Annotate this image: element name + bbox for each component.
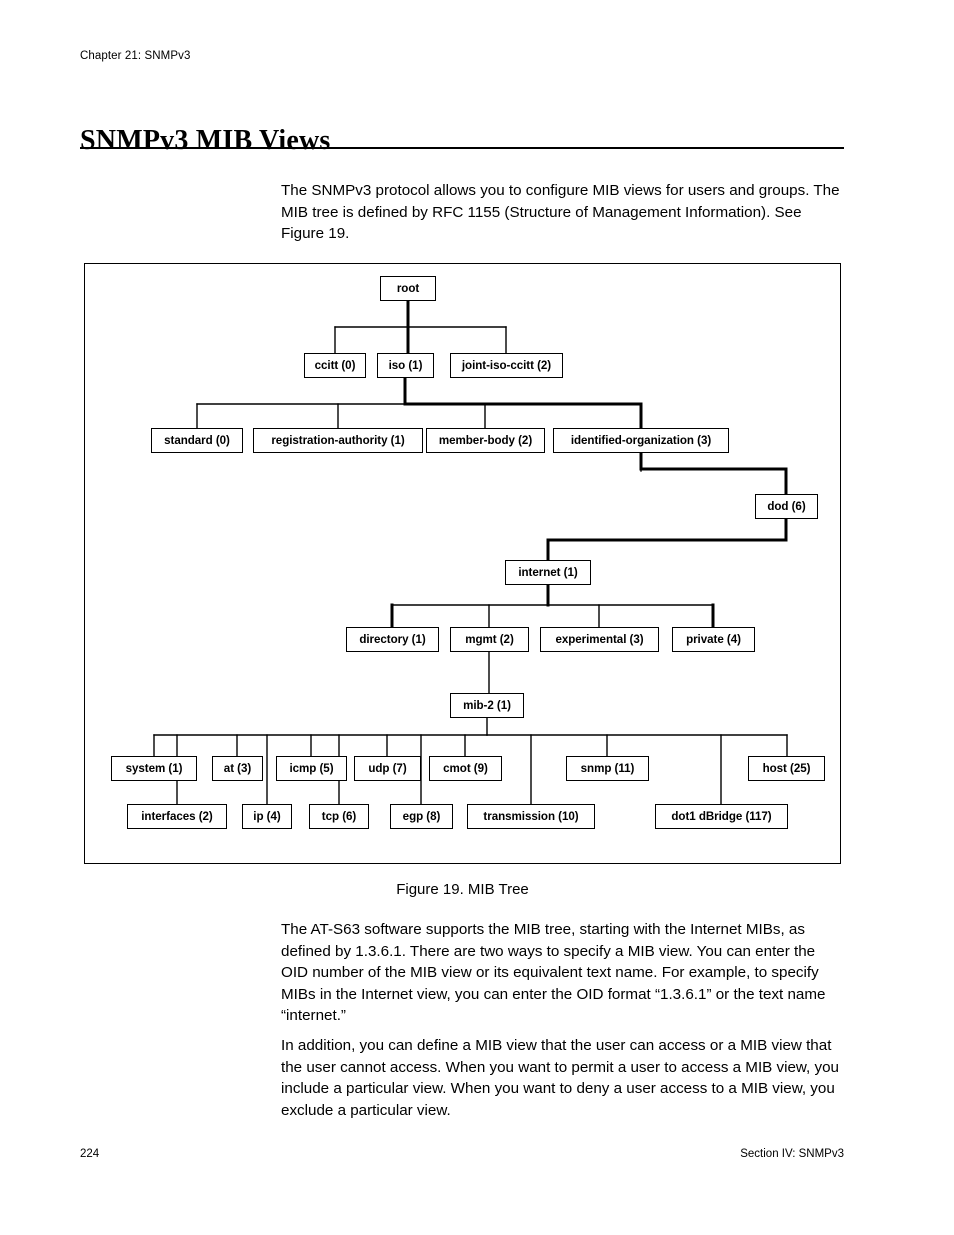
mib-node-at: at (3) — [212, 756, 263, 781]
title-rule — [80, 147, 844, 149]
paragraph-two-block: The AT-S63 software supports the MIB tre… — [281, 919, 843, 1027]
mib-node-registration: registration-authority (1) — [253, 428, 423, 453]
mib-node-label: tcp (6) — [321, 809, 357, 823]
paragraph-two: The AT-S63 software supports the MIB tre… — [281, 921, 826, 1024]
mib-node-udp: udp (7) — [354, 756, 421, 781]
mib-node-icmp: icmp (5) — [276, 756, 347, 781]
mib-node-iso: iso (1) — [377, 353, 434, 378]
mib-node-egp: egp (8) — [390, 804, 453, 829]
intro-paragraph-block: The SNMPv3 protocol allows you to config… — [281, 180, 843, 245]
mib-node-dot1dbridge: dot1 dBridge (117) — [655, 804, 788, 829]
footer-section-label: Section IV: SNMPv3 — [740, 1148, 844, 1160]
mib-node-private: private (4) — [672, 627, 755, 652]
mib-node-label: cmot (9) — [443, 761, 488, 775]
mib-node-label: dod (6) — [767, 499, 806, 513]
mib-node-experimental: experimental (3) — [540, 627, 659, 652]
paragraph-three: In addition, you can define a MIB view t… — [281, 1037, 839, 1119]
mib-node-standard: standard (0) — [151, 428, 243, 453]
mib-node-label: registration-authority (1) — [271, 433, 405, 447]
mib-node-label: system (1) — [125, 761, 183, 775]
intro-paragraph: The SNMPv3 protocol allows you to config… — [281, 182, 840, 242]
mib-node-memberbody: member-body (2) — [426, 428, 545, 453]
mib-node-label: at (3) — [223, 761, 252, 775]
mib-node-label: internet (1) — [518, 565, 578, 579]
mib-node-directory: directory (1) — [346, 627, 439, 652]
mib-node-identifiedorg: identified-organization (3) — [553, 428, 729, 453]
mib-node-dod: dod (6) — [755, 494, 818, 519]
running-head: Chapter 21: SNMPv3 — [80, 50, 191, 62]
mib-node-cmot: cmot (9) — [429, 756, 502, 781]
figure-caption: Figure 19. MIB Tree — [396, 881, 529, 898]
mib-tree-diagram: root ccitt (0) iso (1) joint-iso-ccitt (2) s… — [85, 264, 840, 863]
mib-node-label: mib-2 (1) — [463, 698, 511, 712]
mib-node-label: ccitt (0) — [314, 358, 356, 372]
document-page: Chapter 21: SNMPv3 SNMPv3 MIB Views The … — [0, 0, 954, 1235]
mib-node-label: joint-iso-ccitt (2) — [461, 358, 552, 372]
mib-node-label: ip (4) — [253, 809, 281, 823]
mib-node-label: experimental (3) — [555, 632, 644, 646]
mib-node-label: icmp (5) — [289, 761, 334, 775]
mib-node-label: root — [396, 281, 420, 295]
mib-node-snmp: snmp (11) — [566, 756, 649, 781]
mib-node-label: iso (1) — [388, 358, 423, 372]
mib-node-interfaces: interfaces (2) — [127, 804, 227, 829]
mib-node-joint: joint-iso-ccitt (2) — [450, 353, 563, 378]
mib-node-ip: ip (4) — [242, 804, 292, 829]
mib-node-mib2: mib-2 (1) — [450, 693, 524, 718]
mib-node-label: dot1 dBridge (117) — [671, 809, 772, 823]
mib-node-label: private (4) — [686, 632, 741, 646]
mib-node-host: host (25) — [748, 756, 825, 781]
mib-node-label: transmission (10) — [483, 809, 579, 823]
mib-node-system: system (1) — [111, 756, 197, 781]
figure-19-mib-tree: root ccitt (0) iso (1) joint-iso-ccitt (2) s… — [84, 263, 841, 864]
paragraph-three-block: In addition, you can define a MIB view t… — [281, 1035, 843, 1121]
mib-node-label: interfaces (2) — [141, 809, 213, 823]
mib-node-tcp: tcp (6) — [309, 804, 369, 829]
mib-node-label: egp (8) — [402, 809, 441, 823]
mib-node-internet: internet (1) — [505, 560, 591, 585]
page-title: SNMPv3 MIB Views — [80, 124, 331, 156]
mib-node-transmission: transmission (10) — [467, 804, 595, 829]
mib-node-label: identified-organization (3) — [570, 433, 712, 447]
mib-node-label: directory (1) — [359, 632, 426, 646]
mib-node-mgmt: mgmt (2) — [450, 627, 529, 652]
mib-node-ccitt: ccitt (0) — [304, 353, 366, 378]
mib-node-label: udp (7) — [368, 761, 407, 775]
mib-node-label: mgmt (2) — [465, 632, 514, 646]
mib-node-label: snmp (11) — [580, 761, 635, 775]
mib-node-label: member-body (2) — [438, 433, 533, 447]
mib-node-label: standard (0) — [164, 433, 230, 447]
mib-node-root: root — [380, 276, 436, 301]
mib-node-label: host (25) — [762, 761, 811, 775]
footer-page-number: 224 — [80, 1148, 100, 1160]
